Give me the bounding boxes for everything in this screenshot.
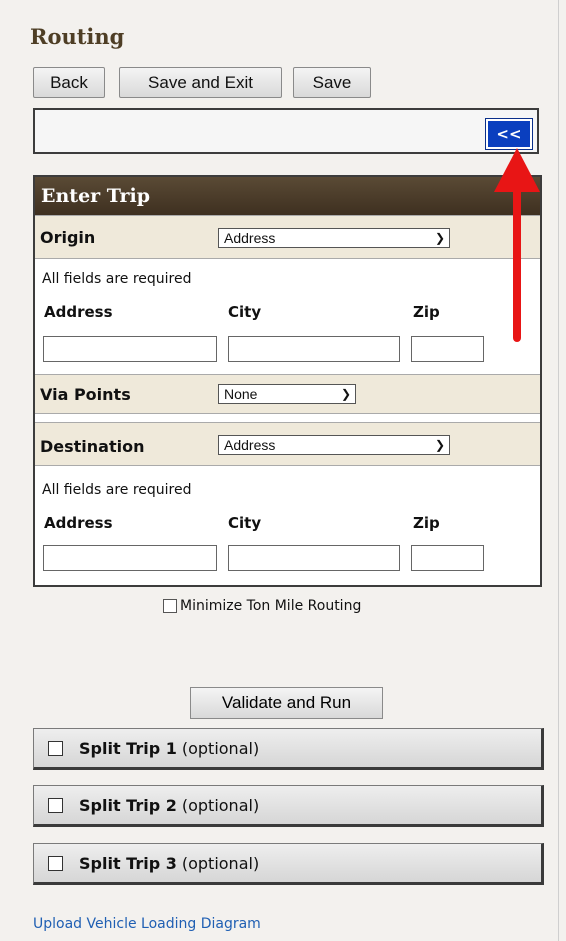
via-points-value: None [224,386,258,402]
origin-zip-input[interactable] [411,336,484,362]
page-frame: Routing Back Save and Exit Save << Enter… [0,0,559,941]
destination-section-header: Destination Address ❯ [35,422,540,466]
minimize-ton-mile-checkbox[interactable] [163,599,177,613]
origin-city-label: City [228,303,262,321]
destination-address-label: Address [44,514,113,532]
split-trip-2[interactable]: Split Trip 2 (optional) [33,785,544,827]
via-points-section: Via Points None ❯ [35,374,540,414]
validate-and-run-button[interactable]: Validate and Run [190,687,383,719]
origin-city-input[interactable] [228,336,400,362]
split-trip-3-suffix: (optional) [181,853,260,873]
origin-zip-label: Zip [413,303,440,321]
enter-trip-panel: Enter Trip Origin Address ❯ All fields a… [33,175,542,587]
save-and-exit-button[interactable]: Save and Exit [119,67,282,98]
minimize-ton-mile-label: Minimize Ton Mile Routing [180,598,362,614]
split-trip-3-checkbox[interactable] [48,855,63,871]
destination-zip-input[interactable] [411,545,484,571]
back-button[interactable]: Back [33,67,105,98]
split-trip-1-checkbox[interactable] [48,740,63,756]
destination-type-value: Address [224,437,276,453]
split-trip-3-name: Split Trip 3 [79,853,177,873]
destination-required-note: All fields are required [42,482,192,498]
minimize-ton-mile-option[interactable]: Minimize Ton Mile Routing [163,598,361,614]
via-points-select[interactable]: None ❯ [218,384,356,404]
double-chevron-left-icon: << [496,125,522,143]
split-trip-1[interactable]: Split Trip 1 (optional) [33,728,544,770]
origin-required-note: All fields are required [42,271,192,287]
split-trip-1-name: Split Trip 1 [79,738,177,758]
chevron-down-icon: ❯ [340,387,351,401]
split-trip-1-suffix: (optional) [181,738,260,758]
destination-label: Destination [40,437,145,456]
origin-type-select[interactable]: Address ❯ [218,228,450,248]
destination-zip-label: Zip [413,514,440,532]
destination-city-label: City [228,514,262,532]
origin-section-header: Origin Address ❯ [35,215,540,259]
enter-trip-header: Enter Trip [35,177,540,215]
origin-type-value: Address [224,230,276,246]
split-trip-2-checkbox[interactable] [48,797,63,813]
origin-address-label: Address [44,303,113,321]
save-button[interactable]: Save [293,67,371,98]
split-trip-3[interactable]: Split Trip 3 (optional) [33,843,544,885]
chevron-down-icon: ❯ [434,438,445,452]
destination-address-input[interactable] [43,545,217,571]
collapse-panel: << [33,108,539,154]
origin-address-input[interactable] [43,336,217,362]
collapse-button[interactable]: << [485,118,533,150]
via-points-label: Via Points [40,385,131,404]
split-trip-2-name: Split Trip 2 [79,795,177,815]
split-trip-2-suffix: (optional) [181,795,260,815]
upload-vehicle-loading-diagram-link[interactable]: Upload Vehicle Loading Diagram [33,916,261,932]
origin-label: Origin [40,228,96,247]
destination-type-select[interactable]: Address ❯ [218,435,450,455]
chevron-down-icon: ❯ [434,231,445,245]
page-title: Routing [30,24,125,49]
destination-city-input[interactable] [228,545,400,571]
